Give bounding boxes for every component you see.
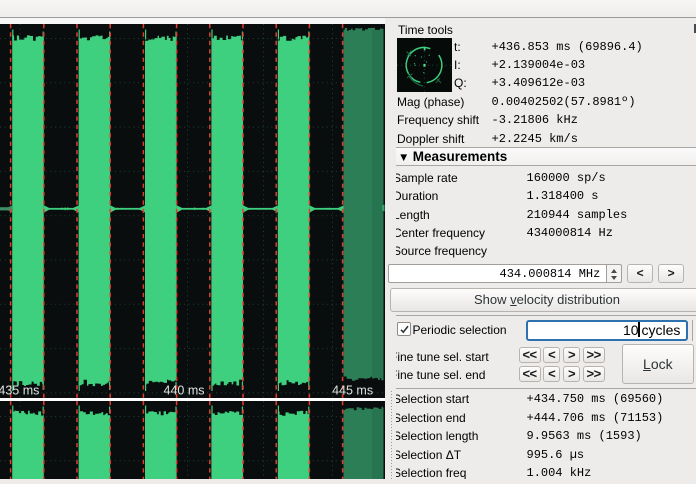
svg-text:435 ms: 435 ms (0, 384, 39, 398)
svg-text:445 ms: 445 ms (332, 384, 373, 398)
svg-text:440 ms: 440 ms (164, 384, 205, 398)
